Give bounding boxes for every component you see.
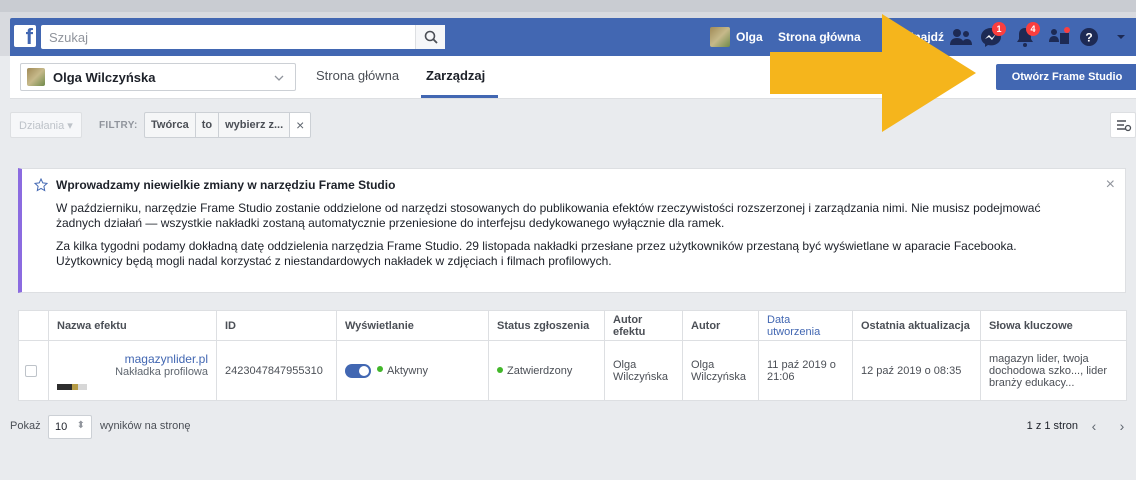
profile-link[interactable]: Olga [710, 24, 763, 50]
filters-label: FILTRY: [99, 120, 138, 131]
prev-page-button[interactable]: ‹ [1082, 415, 1106, 439]
pagination: Pokaż 10 ⬍ wyników na stronę 1 z 1 stron … [10, 412, 1136, 442]
row-checkbox-cell [18, 340, 49, 401]
star-icon[interactable] [34, 178, 48, 192]
column-header[interactable]: Status zgłoszenia [488, 310, 605, 341]
effect-name-link[interactable]: magazynlider.pl [57, 352, 208, 366]
notifications-badge: 4 [1026, 22, 1040, 36]
show-label: Pokaż [10, 420, 41, 432]
page-name: Olga Wilczyńska [53, 69, 156, 85]
row-checkbox[interactable] [25, 364, 37, 377]
profile-name: Olga [736, 30, 763, 44]
avatar [710, 27, 730, 47]
facebook-logo-icon[interactable]: f [14, 24, 36, 49]
column-header[interactable]: ID [216, 310, 337, 341]
author-link[interactable]: Olga Wilczyńska [682, 340, 759, 401]
updated-date: 12 paź 2019 o 08:35 [852, 340, 981, 401]
per-page-select[interactable]: 10 ⬍ [48, 415, 92, 439]
table-row[interactable]: magazynlider.pl Nakładka profilowa 24230… [18, 340, 1127, 401]
page-selector[interactable]: Olga Wilczyńska [20, 63, 296, 91]
display-toggle[interactable] [345, 363, 371, 378]
active-tab-indicator [421, 95, 498, 98]
effect-thumbnail [57, 383, 87, 390]
columns-icon [1117, 120, 1132, 132]
per-page-value: 10 [55, 421, 68, 433]
submission-status-cell: Zatwierdzony [488, 340, 605, 401]
search-icon [424, 30, 438, 44]
filter-chip[interactable]: Twórca to wybierz z... × [144, 112, 312, 138]
account-menu-icon[interactable] [1108, 25, 1134, 49]
search-input[interactable] [41, 25, 411, 49]
browser-strip [0, 0, 1136, 12]
remove-filter-button[interactable]: × [290, 113, 311, 137]
column-header[interactable]: Słowa kluczowe [980, 310, 1127, 341]
announcement-paragraph-1: W październiku, narzędzie Frame Studio z… [56, 201, 1041, 230]
page-count: 1 z 1 stron [1026, 420, 1078, 432]
notifications-icon[interactable]: 4 [1012, 22, 1040, 49]
column-header[interactable]: Nazwa efektu [48, 310, 217, 341]
filter-value[interactable]: wybierz z... [219, 113, 291, 137]
column-header[interactable]: Autor [682, 310, 759, 341]
open-frame-studio-button[interactable]: Otwórz Frame Studio [996, 64, 1136, 90]
actions-dropdown[interactable]: Działania ▾ [10, 112, 82, 138]
highlight-arrow-icon [770, 14, 976, 132]
column-header[interactable]: Ostatnia aktualizacja [852, 310, 981, 341]
table-header-row: Nazwa efektu ID Wyświetlanie Status zgło… [18, 310, 1127, 341]
effect-id: 2423047847955310 [216, 340, 337, 401]
announcement-paragraph-2: Za kilka tygodni podamy dokładną datę od… [56, 239, 1017, 268]
manage-pages-icon[interactable] [1046, 25, 1072, 49]
select-all-column [18, 310, 49, 341]
tab-manage[interactable]: Zarządzaj [426, 68, 485, 83]
submission-status: Zatwierdzony [507, 364, 573, 377]
search-box [41, 25, 445, 49]
filter-operator[interactable]: to [196, 113, 220, 137]
filter-field[interactable]: Twórca [145, 113, 196, 137]
columns-button[interactable] [1110, 112, 1136, 138]
display-status: Aktywny [387, 364, 428, 377]
effects-table: Nazwa efektu ID Wyświetlanie Status zgło… [18, 310, 1127, 401]
effect-type: Nakładka profilowa [115, 365, 208, 378]
keywords: magazyn lider, twoja dochodowa szko..., … [980, 340, 1127, 401]
announcement-title: Wprowadzamy niewielkie zmiany w narzędzi… [56, 178, 396, 192]
column-header-sorted[interactable]: Data utworzenia [758, 310, 853, 341]
created-date: 11 paź 2019 o 21:06 [758, 340, 853, 401]
active-status-dot [377, 366, 383, 373]
svg-text:?: ? [1085, 31, 1092, 45]
stepper-icon: ⬍ [76, 420, 85, 431]
announcement-banner: Wprowadzamy niewielkie zmiany w narzędzi… [18, 168, 1126, 293]
approved-status-dot [497, 366, 503, 373]
chevron-down-icon [274, 75, 284, 81]
column-header[interactable]: Autor efektu [604, 310, 683, 341]
effect-name-cell: magazynlider.pl Nakładka profilowa [48, 340, 217, 401]
column-header[interactable]: Wyświetlanie [336, 310, 489, 341]
effect-author-link[interactable]: Olga Wilczyńska [604, 340, 683, 401]
messages-icon[interactable]: 1 [978, 22, 1006, 49]
display-cell: Aktywny [336, 340, 489, 401]
close-icon[interactable]: × [1106, 176, 1115, 194]
tab-home[interactable]: Strona główna [316, 68, 399, 83]
per-page-suffix: wyników na stronę [100, 420, 191, 432]
help-icon[interactable]: ? [1076, 25, 1102, 49]
search-button[interactable] [415, 25, 445, 49]
page-thumbnail [27, 68, 45, 86]
next-page-button[interactable]: › [1110, 415, 1134, 439]
messages-badge: 1 [992, 22, 1006, 36]
